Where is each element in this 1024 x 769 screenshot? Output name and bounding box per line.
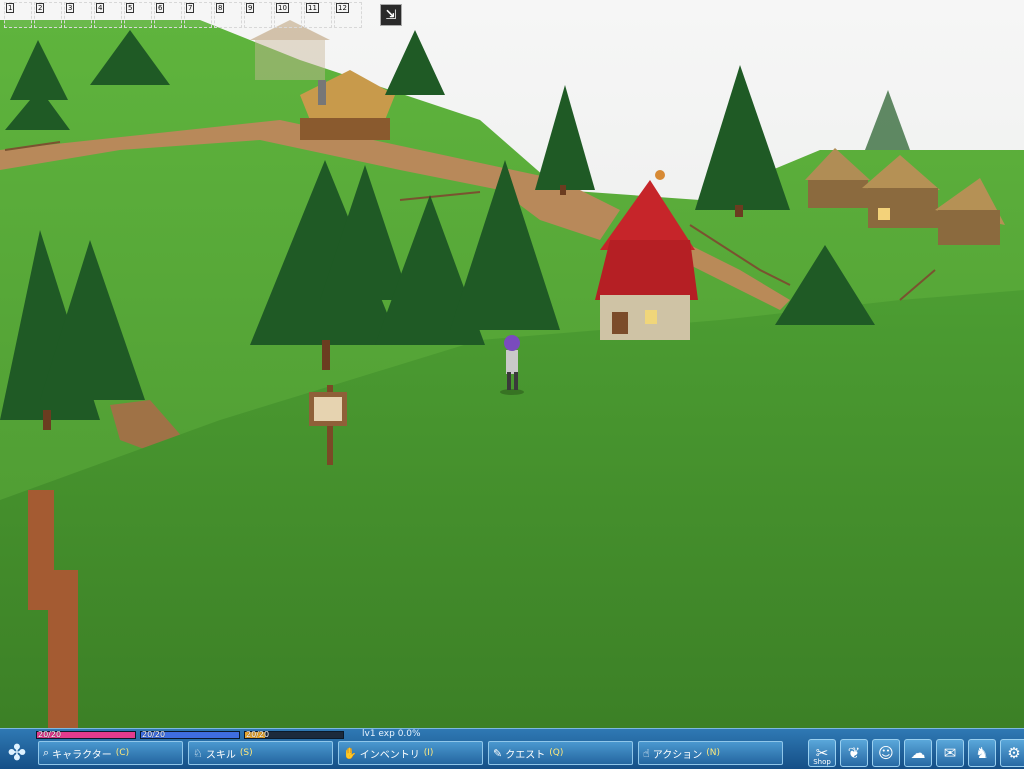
action-icon: ☝ <box>643 746 650 760</box>
hotbar-slot-number: 12 <box>336 3 349 13</box>
game-world-view[interactable] <box>0 0 1024 728</box>
hotbar-slot-number: 3 <box>66 3 75 13</box>
hotbar-slot[interactable]: 4 <box>94 2 122 28</box>
hotbar-slot-number: 5 <box>126 3 135 13</box>
bag-icon: ✋ <box>343 746 357 760</box>
shop-button[interactable]: ✂ Shop <box>808 739 836 767</box>
character-hotkey: (C) <box>115 748 130 758</box>
skill-button[interactable]: ♘ スキル (S) <box>188 741 333 765</box>
hotbar-slot-number: 2 <box>36 3 45 13</box>
hotbar-slot[interactable]: 10 <box>274 2 302 28</box>
friends-button[interactable]: ☺ <box>872 739 900 767</box>
hotbar-toggle-button[interactable]: ⇲ <box>380 4 402 26</box>
hp-bar: 20/20 <box>36 729 136 739</box>
status-bars: 20/20 20/20 20/20 <box>36 730 348 739</box>
hotbar-slot[interactable]: 6 <box>154 2 182 28</box>
inventory-button[interactable]: ✋ インベントリ (I) <box>338 741 483 765</box>
character-button-label: キャラクター <box>52 749 112 761</box>
settings-button[interactable]: ⚙ <box>1000 739 1024 767</box>
quest-icon: ✎ <box>493 746 503 760</box>
pet-button[interactable]: ♞ <box>968 739 996 767</box>
clover-icon[interactable]: ✤ <box>3 741 31 767</box>
hotbar-slot[interactable]: 1 <box>4 2 32 28</box>
hotbar-slot-number: 8 <box>216 3 225 13</box>
sp-value: 20/20 <box>246 729 270 739</box>
hotbar-slot[interactable]: 5 <box>124 2 152 28</box>
sp-bar: 20/20 <box>244 729 344 739</box>
hotbar-slot[interactable]: 8 <box>214 2 242 28</box>
skill-hotbar: 1 2 3 4 5 6 7 8 9 10 11 12 <box>4 2 362 30</box>
hotbar-slot-number: 10 <box>276 3 289 13</box>
hotbar-slot-number: 1 <box>6 3 15 13</box>
quest-hotkey: (Q) <box>549 748 564 758</box>
hotbar-slot-number: 7 <box>186 3 195 13</box>
inventory-hotkey: (I) <box>423 748 434 758</box>
settings-icon: ⚙ <box>1007 744 1021 762</box>
hotbar-slot-number: 9 <box>246 3 255 13</box>
friends-icon: ☺ <box>878 744 894 762</box>
wings-icon: ❦ <box>847 744 861 762</box>
skill-hotkey: (S) <box>239 748 253 758</box>
hotbar-slot-number: 4 <box>96 3 105 13</box>
hotbar-slot-number: 11 <box>306 3 319 13</box>
system-buttons: ✂ Shop ❦ ☺ ☁ ✉ ♞ ⚙ <box>808 739 1024 767</box>
hotbar-slot-number: 6 <box>156 3 165 13</box>
inventory-button-label: インベントリ <box>359 749 420 761</box>
magnifier-icon: ⌕ <box>43 746 50 759</box>
bottom-hud: 20/20 20/20 20/20 lv1 exp 0.0% ✤ ⌕ キャラクタ… <box>0 728 1024 769</box>
mail-icon: ✉ <box>943 744 957 762</box>
mail-button[interactable]: ✉ <box>936 739 964 767</box>
main-menu: ⌕ キャラクター (C) ♘ スキル (S) ✋ インベントリ (I) ✎ クエ… <box>38 741 783 765</box>
hotbar-slot[interactable]: 3 <box>64 2 92 28</box>
hotbar-slot[interactable]: 9 <box>244 2 272 28</box>
mp-value: 20/20 <box>142 729 166 739</box>
action-hotkey: (N) <box>706 748 720 758</box>
pet-icon: ♞ <box>975 744 989 762</box>
hotbar-toggle-icon: ⇲ <box>385 8 397 23</box>
wings-button[interactable]: ❦ <box>840 739 868 767</box>
hp-value: 20/20 <box>38 729 62 739</box>
chat-icon: ☁ <box>910 744 926 762</box>
skill-icon: ♘ <box>193 746 203 760</box>
hotbar-slot[interactable]: 2 <box>34 2 62 28</box>
hotbar-slot[interactable]: 11 <box>304 2 332 28</box>
action-button-label: アクション <box>652 749 703 761</box>
quest-button[interactable]: ✎ クエスト (Q) <box>488 741 633 765</box>
chat-button[interactable]: ☁ <box>904 739 932 767</box>
quest-button-label: クエスト <box>505 749 546 761</box>
character-button[interactable]: ⌕ キャラクター (C) <box>38 741 183 765</box>
level-exp-text: lv1 exp 0.0% <box>362 729 421 739</box>
skill-button-label: スキル <box>205 749 236 761</box>
shop-label: Shop <box>813 758 831 766</box>
mp-bar: 20/20 <box>140 729 240 739</box>
action-button[interactable]: ☝ アクション (N) <box>638 741 783 765</box>
hotbar-slot[interactable]: 12 <box>334 2 362 28</box>
hotbar-slot[interactable]: 7 <box>184 2 212 28</box>
